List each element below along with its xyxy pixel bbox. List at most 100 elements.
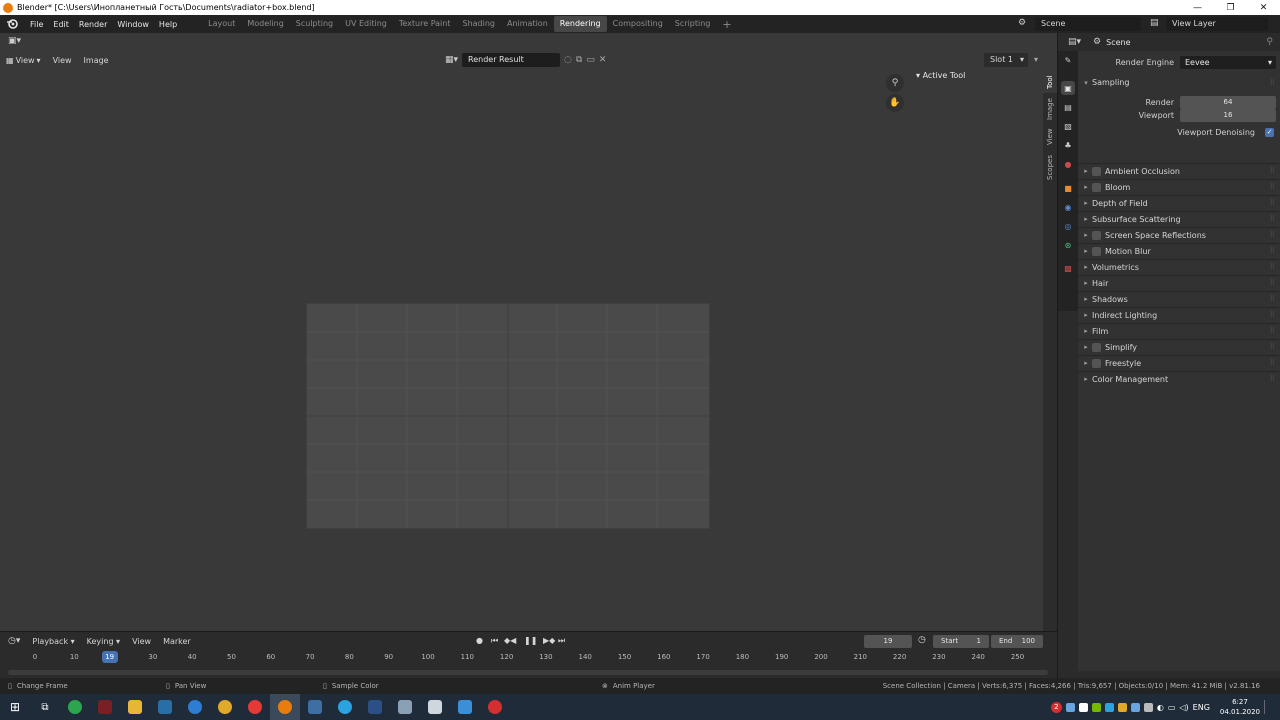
- drag-grip-icon[interactable]: ⠿: [1270, 359, 1275, 367]
- image-browse-icon[interactable]: ▦▾: [445, 55, 458, 65]
- panel-motion-blur[interactable]: ▸ Motion Blur ⠿: [1078, 243, 1280, 258]
- modifier-tab-icon[interactable]: ◉: [1061, 200, 1075, 214]
- tab-tool[interactable]: Tool: [1043, 71, 1057, 93]
- view-layer-tab-icon[interactable]: ▧: [1061, 119, 1075, 133]
- jump-keyframe-back-icon[interactable]: ◆◀: [504, 636, 516, 645]
- panel-ambient-occlusion[interactable]: ▸ Ambient Occlusion ⠿: [1078, 163, 1280, 178]
- start-frame-field[interactable]: Start 1: [933, 635, 989, 648]
- open-image-icon[interactable]: ▭: [586, 55, 595, 65]
- render-tab-icon[interactable]: ▣: [1061, 81, 1075, 95]
- drag-grip-icon[interactable]: ⠿: [1270, 247, 1275, 255]
- workspace-tab-shading[interactable]: Shading: [456, 16, 501, 32]
- workspace-tab-animation[interactable]: Animation: [501, 16, 554, 32]
- drag-grip-icon[interactable]: ⠿: [1270, 199, 1275, 207]
- workspace-tab-layout[interactable]: Layout: [202, 16, 241, 32]
- header-chevron-icon[interactable]: ▾: [1034, 55, 1038, 64]
- telegram-icon[interactable]: [330, 694, 360, 720]
- menu-window[interactable]: Window: [112, 20, 154, 29]
- steam-icon[interactable]: [150, 694, 180, 720]
- tray-monitor-icon[interactable]: [1130, 702, 1140, 712]
- timeline-editor-type-icon[interactable]: ◷▾: [8, 636, 20, 646]
- panel-sampling[interactable]: ▾ Sampling ⠿: [1078, 75, 1280, 90]
- pin-icon[interactable]: ⚲: [1266, 37, 1273, 47]
- tray-cloud-icon[interactable]: [1104, 702, 1114, 712]
- panel-color-management[interactable]: ▸ Color Management ⠿: [1078, 371, 1280, 386]
- anim-player-job[interactable]: ⊗ Anim Player: [602, 682, 655, 690]
- panel-hair[interactable]: ▸ Hair ⠿: [1078, 275, 1280, 290]
- drag-grip-icon[interactable]: ⠿: [1270, 183, 1275, 191]
- world-tab-icon[interactable]: ●: [1061, 157, 1075, 171]
- clock[interactable]: 6:27 04.01.2020: [1220, 697, 1260, 717]
- view-layer-icon[interactable]: ▤: [1150, 18, 1164, 30]
- pause-icon[interactable]: ❚❚: [524, 636, 537, 645]
- drag-grip-icon[interactable]: ⠿: [1270, 295, 1275, 303]
- panel-subsurface-scattering[interactable]: ▸ Subsurface Scattering ⠿: [1078, 211, 1280, 226]
- physics-tab-icon[interactable]: ◎: [1061, 219, 1075, 233]
- calculator-icon[interactable]: [420, 694, 450, 720]
- panel-freestyle[interactable]: ▸ Freestyle ⠿: [1078, 355, 1280, 370]
- menu-edit[interactable]: Edit: [48, 20, 74, 29]
- panel-indirect-lighting[interactable]: ▸ Indirect Lighting ⠿: [1078, 307, 1280, 322]
- tab-scopes[interactable]: Scopes: [1043, 151, 1057, 185]
- minimize-button[interactable]: —: [1181, 0, 1214, 15]
- render-result-selector[interactable]: ▦▾ Render Result ◌ ⧉ ▭ ✕: [445, 53, 606, 67]
- tray-utility-icon[interactable]: [1117, 702, 1127, 712]
- edge-icon[interactable]: [180, 694, 210, 720]
- menu-image[interactable]: Image: [78, 56, 115, 65]
- unlink-image-icon[interactable]: ✕: [599, 55, 607, 65]
- tab-view[interactable]: View: [1043, 125, 1057, 149]
- drag-grip-icon[interactable]: ⠿: [1270, 167, 1275, 175]
- zoom-icon[interactable]: ⚲: [886, 74, 904, 92]
- menu-file[interactable]: File: [25, 20, 48, 29]
- panel-screen-space-reflections[interactable]: ▸ Screen Space Reflections ⠿: [1078, 227, 1280, 242]
- notification-badge[interactable]: 2: [1050, 701, 1062, 713]
- menu-view[interactable]: View: [47, 56, 78, 65]
- view-mode-dropdown[interactable]: ▦ View ▾: [0, 56, 47, 65]
- file-explorer-icon[interactable]: [120, 694, 150, 720]
- shield-icon[interactable]: [360, 694, 390, 720]
- render-result-field[interactable]: Render Result: [462, 53, 561, 67]
- viewport-samples-field[interactable]: 16: [1180, 108, 1276, 122]
- fake-user-icon[interactable]: ◌: [564, 55, 572, 65]
- panel-depth-of-field[interactable]: ▸ Depth of Field ⠿: [1078, 195, 1280, 210]
- cancel-job-icon[interactable]: ⊗: [602, 682, 608, 690]
- workspace-tab-uv-editing[interactable]: UV Editing: [339, 16, 393, 32]
- drag-grip-icon[interactable]: ⠿: [1270, 215, 1275, 223]
- volume-icon[interactable]: ◁): [1179, 703, 1188, 712]
- editor-type-icon[interactable]: ▣▾: [8, 36, 21, 46]
- pan-hand-icon[interactable]: ✋: [886, 94, 904, 112]
- workspace-tab-sculpting[interactable]: Sculpting: [290, 16, 339, 32]
- panel-simplify[interactable]: ▸ Simplify ⠿: [1078, 339, 1280, 354]
- drag-grip-icon[interactable]: ⠿: [1270, 231, 1275, 239]
- nvidia-icon[interactable]: [1091, 702, 1101, 712]
- panel-enable-checkbox[interactable]: [1092, 246, 1101, 256]
- view-layer-selector[interactable]: View Layer: [1166, 17, 1268, 31]
- viewport-denoising-checkbox[interactable]: ✓: [1265, 127, 1274, 137]
- jump-start-icon[interactable]: ⏮: [491, 636, 498, 646]
- drag-grip-icon[interactable]: ⠿: [1270, 375, 1275, 383]
- render-engine-dropdown[interactable]: Eevee ▾: [1180, 55, 1276, 69]
- task-view-icon[interactable]: ⧉: [30, 694, 60, 720]
- steam-2-icon[interactable]: [300, 694, 330, 720]
- output-tab-icon[interactable]: ▤: [1061, 100, 1075, 114]
- drag-grip-icon[interactable]: ⠿: [1270, 327, 1275, 335]
- record-icon[interactable]: ●: [476, 636, 483, 645]
- blender-taskbar-icon[interactable]: [270, 694, 300, 720]
- yandex-browser-icon[interactable]: [240, 694, 270, 720]
- new-image-icon[interactable]: ⧉: [576, 55, 582, 65]
- workspace-tab-texture-paint[interactable]: Texture Paint: [393, 16, 457, 32]
- steam-tray-icon[interactable]: ◐: [1157, 703, 1164, 712]
- stopwatch-icon[interactable]: ◷: [918, 635, 926, 645]
- menu-marker[interactable]: Marker: [157, 637, 197, 646]
- workspace-tab-rendering[interactable]: Rendering: [553, 16, 607, 32]
- render-samples-field[interactable]: 64: [1180, 95, 1276, 109]
- scene-icon[interactable]: ⚙: [1018, 18, 1032, 30]
- t-app-icon[interactable]: [480, 694, 510, 720]
- properties-editor-type-icon[interactable]: ▤▾: [1068, 37, 1081, 47]
- drag-grip-icon[interactable]: ⠿: [1270, 311, 1275, 319]
- menu-timeline-view[interactable]: View: [126, 637, 157, 646]
- end-frame-field[interactable]: End 100: [991, 635, 1043, 648]
- language-indicator[interactable]: ENG: [1193, 703, 1210, 712]
- network-icon[interactable]: ▭: [1168, 703, 1176, 712]
- playhead-frame-indicator[interactable]: 19: [101, 651, 118, 663]
